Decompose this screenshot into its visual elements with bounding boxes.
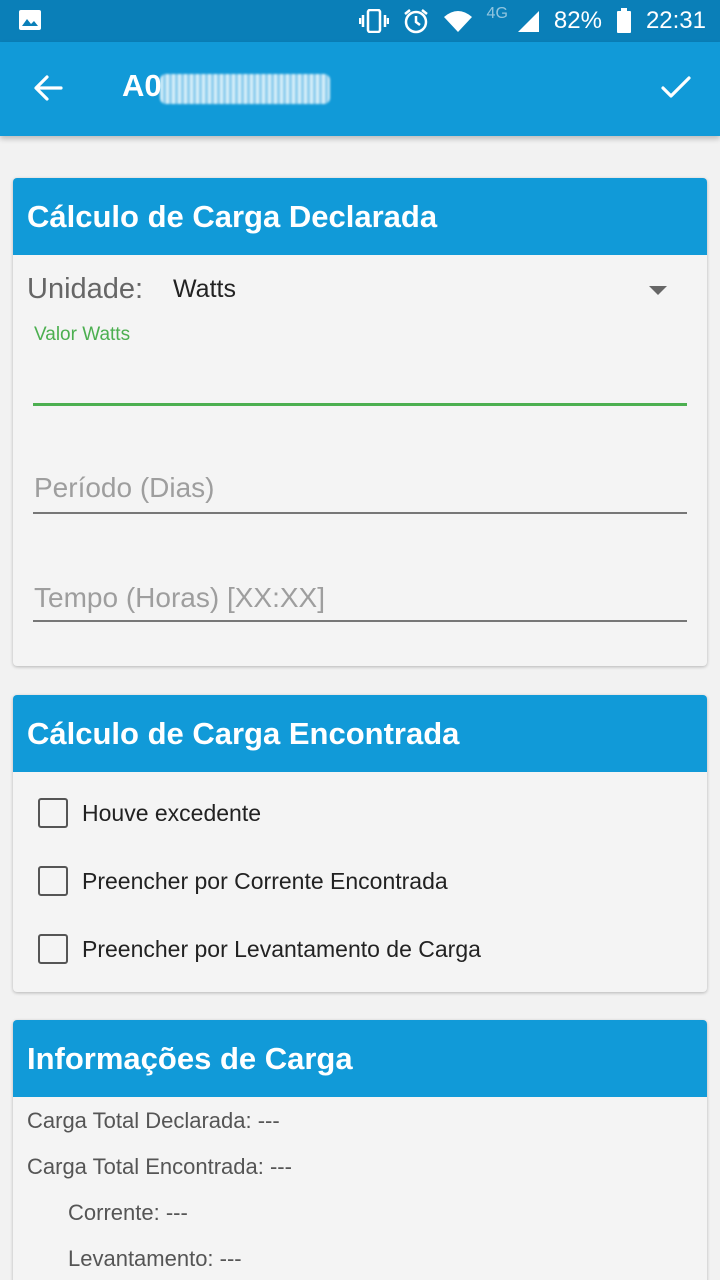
status-bar: 4G 82% 22:31 (0, 0, 720, 42)
checkbox-levantamento-carga[interactable]: Preencher por Levantamento de Carga (38, 929, 481, 969)
back-button[interactable] (22, 64, 74, 116)
valor-watts-input[interactable] (33, 358, 687, 406)
unit-label: Unidade: (27, 273, 144, 305)
card-carga-encontrada: Cálculo de Carga Encontrada Houve excede… (13, 695, 707, 992)
card-informacoes-carga: Informações de Carga Carga Total Declara… (13, 1020, 707, 1280)
input-underline (33, 403, 687, 406)
periodo-placeholder: Período (Dias) (34, 472, 215, 503)
redacted-title (160, 74, 330, 104)
input-underline (33, 512, 687, 514)
card-carga-declarada: Cálculo de Carga Declarada Unidade: Watt… (13, 178, 707, 666)
checkbox-icon[interactable] (38, 866, 68, 896)
signal-icon (516, 9, 540, 33)
periodo-input[interactable]: Período (Dias) (33, 468, 687, 514)
checkbox-label: Preencher por Corrente Encontrada (82, 867, 448, 894)
corrente-value: Corrente: --- (68, 1200, 188, 1225)
alarm-icon (403, 8, 429, 34)
dropdown-arrow-icon (649, 286, 667, 295)
clock: 22:31 (645, 7, 706, 34)
checkbox-houve-excedente[interactable]: Houve excedente (38, 793, 261, 833)
battery-percent: 82% (553, 7, 602, 34)
battery-icon (616, 8, 632, 34)
wifi-icon (443, 9, 473, 33)
image-icon (18, 9, 42, 31)
network-type: 4G (486, 5, 508, 22)
checkbox-label: Houve excedente (82, 799, 262, 826)
unit-select[interactable]: Watts (171, 268, 691, 312)
check-icon (660, 75, 692, 106)
app-bar: A0 (0, 42, 720, 136)
unit-select-value: Watts (173, 275, 236, 303)
carga-total-declarada: Carga Total Declarada: --- (27, 1108, 280, 1133)
checkbox-corrente-encontrada[interactable]: Preencher por Corrente Encontrada (38, 861, 448, 901)
levantamento-value: Levantamento: --- (68, 1246, 242, 1271)
carga-total-encontrada: Carga Total Encontrada: --- (27, 1154, 292, 1179)
input-underline (33, 620, 687, 622)
checkbox-label: Preencher por Levantamento de Carga (82, 935, 481, 962)
card-title: Informações de Carga (13, 1020, 707, 1097)
tempo-placeholder: Tempo (Horas) [XX:XX] (34, 582, 325, 613)
confirm-button[interactable] (650, 64, 702, 116)
card-title: Cálculo de Carga Declarada (13, 178, 707, 255)
checkbox-icon[interactable] (38, 934, 68, 964)
card-title: Cálculo de Carga Encontrada (13, 695, 707, 772)
page-title: A0 (122, 68, 162, 103)
arrow-back-icon (33, 74, 63, 107)
tempo-input[interactable]: Tempo (Horas) [XX:XX] (33, 576, 687, 622)
checkbox-icon[interactable] (38, 798, 68, 828)
vibrate-icon (358, 9, 389, 33)
valor-watts-label: Valor Watts (34, 324, 131, 345)
